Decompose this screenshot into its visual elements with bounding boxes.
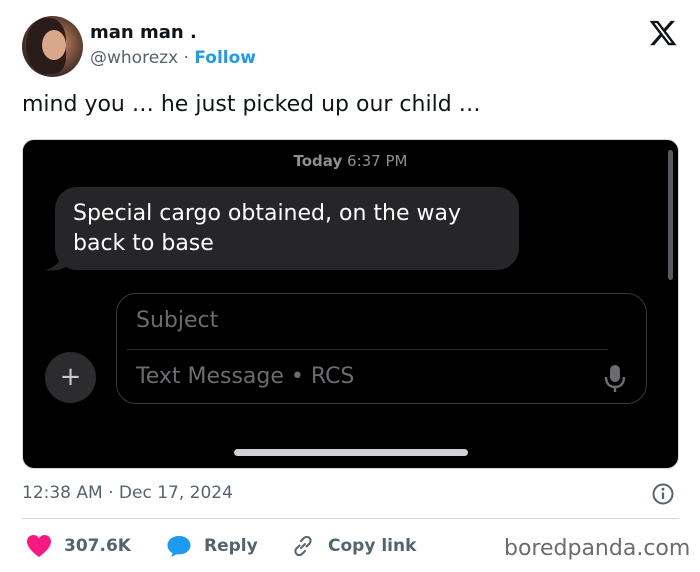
avatar[interactable]	[22, 16, 83, 77]
message-timestamp: Today 6:37 PM	[23, 152, 678, 170]
link-icon	[294, 535, 312, 557]
tweet-date[interactable]: 12:38 AM · Dec 17, 2024	[22, 483, 233, 503]
tweet-header: man man . @whorezx · Follow	[22, 16, 682, 78]
like-count: 307.6K	[64, 536, 131, 556]
scrollbar	[668, 150, 673, 280]
timestamp-day: Today	[293, 152, 343, 170]
watermark: boredpanda.com	[504, 536, 691, 561]
compose-divider	[127, 349, 608, 350]
x-logo-icon[interactable]	[648, 18, 678, 48]
message-bubble: Special cargo obtained, on the way back …	[55, 187, 519, 270]
copy-link-label: Copy link	[328, 536, 417, 556]
follow-button[interactable]: Follow	[194, 48, 256, 68]
info-icon[interactable]	[651, 482, 675, 506]
mic-icon	[604, 365, 626, 392]
add-attachment-button: +	[45, 352, 96, 403]
subject-field: Subject	[136, 308, 219, 333]
plus-icon: +	[59, 362, 82, 392]
like-button[interactable]: 307.6K	[26, 532, 131, 560]
heart-icon	[27, 535, 51, 557]
author-name[interactable]: man man .	[90, 22, 197, 43]
timestamp-time: 6:37 PM	[347, 152, 408, 170]
reply-label: Reply	[204, 536, 258, 556]
copy-link-button[interactable]: Copy link	[290, 532, 416, 560]
handle-separator: ·	[183, 48, 189, 68]
author-handle-row: @whorezx · Follow	[90, 48, 256, 68]
author-handle[interactable]: @whorezx	[90, 48, 178, 68]
text-message-field: Text Message • RCS	[136, 364, 355, 389]
reply-bubble-icon	[167, 536, 191, 557]
home-indicator	[234, 449, 468, 456]
divider	[22, 518, 679, 519]
tweet-text: mind you … he just picked up our child …	[22, 92, 481, 117]
compose-box: Subject Text Message • RCS	[116, 293, 647, 404]
reply-button[interactable]: Reply	[166, 532, 258, 560]
tweet-media-screenshot[interactable]: Today 6:37 PM Special cargo obtained, on…	[22, 139, 679, 469]
